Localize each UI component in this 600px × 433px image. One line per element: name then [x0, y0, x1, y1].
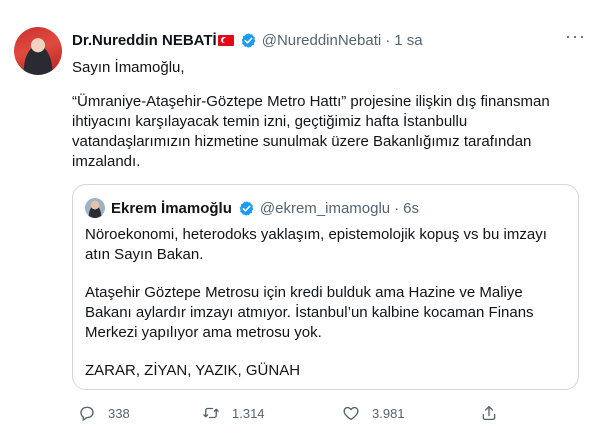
retweet-icon [203, 407, 219, 419]
more-options-icon[interactable]: ··· [565, 26, 586, 47]
like-count: 3.981 [372, 405, 405, 421]
tweet-greeting: Sayın İmamoğlu, [72, 59, 185, 76]
retweet-button[interactable]: 1.314 [202, 404, 265, 422]
author-avatar[interactable] [14, 27, 62, 75]
reply-count: 338 [108, 405, 130, 421]
quoted-paragraph-1: Nöroekonomi, heterodoks yaklaşım, episte… [85, 226, 547, 263]
reply-icon [80, 406, 94, 422]
author-name[interactable]: Dr.Nureddin NEBATİ [72, 32, 217, 49]
share-button[interactable] [480, 404, 510, 422]
separator-dot: · [385, 31, 391, 49]
share-icon [482, 405, 496, 421]
tweet-body: “Ümraniye-Ataşehir-Göztepe Metro Hattı” … [72, 93, 550, 170]
like-button[interactable]: 3.981 [342, 404, 405, 422]
quoted-tweet-timestamp: 6s [403, 199, 419, 217]
heart-icon [343, 406, 359, 421]
verified-badge-icon [241, 32, 256, 48]
turkey-flag-icon [217, 34, 234, 46]
quoted-paragraph-2: Ataşehir Göztepe Metrosu için kredi buld… [85, 284, 534, 341]
author-handle[interactable]: @NureddinNebati [262, 32, 381, 49]
quoted-author-avatar [85, 198, 105, 218]
quoted-author-handle: @ekrem_imamoglu [259, 199, 391, 217]
quoted-author-name: Ekrem İmamoğlu [111, 199, 232, 217]
tweet-header: Dr.Nureddin NEBATİ @NureddinNebati · 1 s… [72, 30, 423, 50]
tweet-timestamp[interactable]: 1 sa [394, 32, 422, 49]
retweet-count: 1.314 [232, 405, 265, 421]
quoted-paragraph-3: ZARAR, ZİYAN, YAZIK, GÜNAH [85, 362, 301, 379]
verified-badge-icon [239, 200, 254, 216]
quoted-tweet-card[interactable]: Ekrem İmamoğlu @ekrem_imamoglu · 6s Nöro… [72, 184, 579, 390]
separator-dot: · [394, 199, 400, 217]
reply-button[interactable]: 338 [78, 404, 130, 422]
quoted-tweet-header: Ekrem İmamoğlu @ekrem_imamoglu · 6s [85, 198, 419, 218]
tweet-actions: 338 1.314 3.981 [72, 404, 582, 424]
